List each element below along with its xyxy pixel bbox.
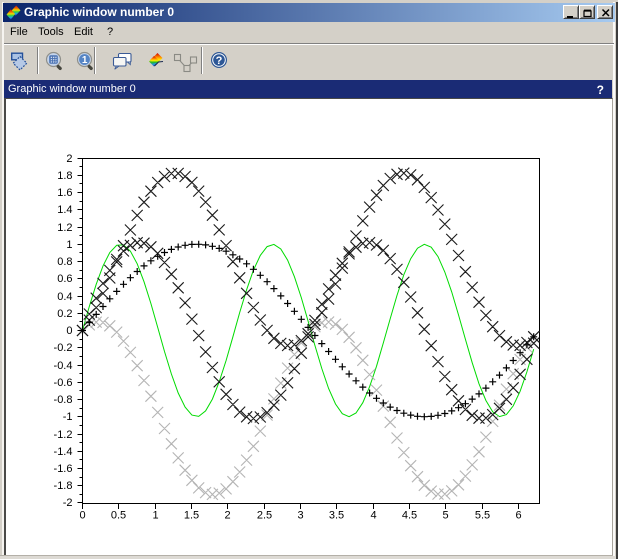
svg-text:1.6: 1.6	[57, 187, 72, 199]
svg-text:1: 1	[66, 239, 72, 251]
svg-text:-0.4: -0.4	[54, 360, 73, 372]
svg-text:-1.4: -1.4	[54, 446, 73, 458]
svg-text:3.5: 3.5	[329, 510, 344, 522]
svg-text:0: 0	[79, 510, 85, 522]
svg-text:0.5: 0.5	[111, 510, 126, 522]
svg-text:-1.2: -1.2	[54, 429, 73, 441]
svg-text:0.2: 0.2	[57, 308, 72, 320]
svg-text:5: 5	[442, 510, 448, 522]
svg-text:4.5: 4.5	[402, 510, 417, 522]
svg-text:0.6: 0.6	[57, 273, 72, 285]
svg-text:-0.6: -0.6	[54, 377, 73, 389]
svg-text:2: 2	[224, 510, 230, 522]
svg-text:5.5: 5.5	[475, 510, 490, 522]
svg-text:6: 6	[515, 510, 521, 522]
svg-text:-0.8: -0.8	[54, 394, 73, 406]
svg-text:1: 1	[152, 510, 158, 522]
svg-text:1.8: 1.8	[57, 170, 72, 182]
svg-text:2.5: 2.5	[257, 510, 272, 522]
svg-text:1.2: 1.2	[57, 222, 72, 234]
svg-text:-2: -2	[63, 497, 73, 509]
svg-text:2: 2	[66, 153, 72, 165]
svg-text:-1: -1	[63, 411, 73, 423]
svg-text:0.8: 0.8	[57, 256, 72, 268]
svg-text:1.5: 1.5	[184, 510, 199, 522]
svg-text:0.4: 0.4	[57, 291, 72, 303]
svg-text:-1.8: -1.8	[54, 480, 73, 492]
svg-text:4: 4	[370, 510, 376, 522]
svg-text:-0.2: -0.2	[54, 342, 73, 354]
svg-text:-1.6: -1.6	[54, 463, 73, 475]
svg-text:3: 3	[297, 510, 303, 522]
svg-text:1.4: 1.4	[57, 204, 72, 216]
svg-text:0: 0	[66, 325, 72, 337]
